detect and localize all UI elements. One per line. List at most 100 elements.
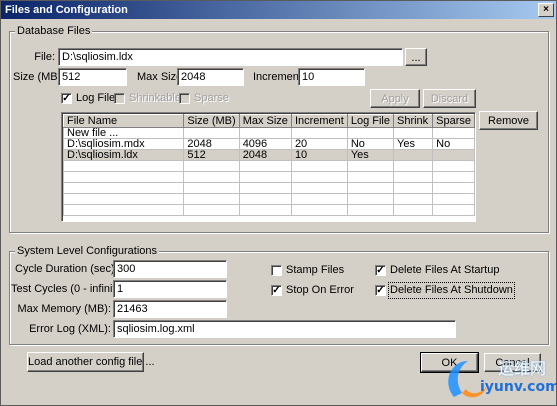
cell-max-size[interactable] bbox=[238, 204, 292, 216]
size-input[interactable]: 512 bbox=[58, 68, 127, 86]
database-files-table[interactable]: File Name Size (MB) Max Size Increment L… bbox=[61, 112, 476, 222]
cell-file-name[interactable] bbox=[62, 193, 185, 205]
table-row[interactable] bbox=[62, 204, 475, 216]
cell-size[interactable] bbox=[183, 193, 240, 205]
cell-size[interactable]: 2048 bbox=[183, 138, 240, 150]
discard-button[interactable]: Discard bbox=[423, 89, 476, 108]
delete-shutdown-checkmark-icon: ✓ bbox=[375, 285, 386, 296]
cycle-duration-input[interactable]: 300 bbox=[113, 260, 227, 278]
stamp-files-checkbox[interactable]: Stamp Files bbox=[271, 264, 344, 277]
cell-max-size[interactable] bbox=[238, 160, 292, 172]
cell-log-file[interactable]: No bbox=[346, 138, 395, 150]
cell-log-file[interactable] bbox=[346, 171, 395, 183]
cell-increment[interactable] bbox=[290, 127, 348, 139]
cell-sparse[interactable] bbox=[432, 204, 475, 216]
cell-shrink[interactable] bbox=[392, 182, 434, 194]
cell-file-name[interactable] bbox=[62, 160, 185, 172]
column-header-increment[interactable]: Increment bbox=[290, 114, 348, 128]
cell-max-size[interactable] bbox=[238, 127, 292, 139]
cell-increment[interactable] bbox=[290, 204, 348, 216]
cell-sparse[interactable]: No bbox=[432, 138, 475, 150]
cell-size[interactable] bbox=[183, 204, 240, 216]
cell-max-size[interactable] bbox=[238, 171, 292, 183]
increment-input[interactable]: 10 bbox=[298, 68, 365, 86]
cell-file-name[interactable]: D:\sqliosim.ldx bbox=[62, 149, 185, 161]
delete-startup-checkmark-icon: ✓ bbox=[375, 265, 386, 276]
cell-shrink[interactable] bbox=[392, 149, 434, 161]
cell-shrink[interactable] bbox=[392, 127, 434, 139]
table-row[interactable] bbox=[62, 171, 475, 183]
delete-files-at-startup-checkbox[interactable]: ✓ Delete Files At Startup bbox=[375, 264, 499, 277]
column-header-log-file[interactable]: Log File bbox=[346, 114, 395, 128]
file-path-input[interactable]: D:\sqliosim.ldx bbox=[58, 48, 403, 66]
cell-file-name[interactable] bbox=[62, 171, 185, 183]
cell-sparse[interactable] bbox=[432, 127, 475, 139]
remove-button[interactable]: Remove bbox=[479, 111, 538, 130]
max-memory-label: Max Memory (MB): bbox=[17, 303, 112, 315]
cell-log-file[interactable] bbox=[346, 182, 395, 194]
error-log-input[interactable]: sqliosim.log.xml bbox=[113, 320, 456, 338]
cell-sparse[interactable] bbox=[432, 193, 475, 205]
cell-size[interactable] bbox=[183, 160, 240, 172]
column-header-sparse[interactable]: Sparse bbox=[432, 114, 475, 128]
cell-max-size[interactable]: 2048 bbox=[238, 149, 292, 161]
delete-files-at-shutdown-checkbox[interactable]: ✓ Delete Files At Shutdown bbox=[375, 282, 515, 299]
cell-sparse[interactable] bbox=[432, 160, 475, 172]
cell-increment[interactable] bbox=[290, 171, 348, 183]
cell-increment[interactable]: 20 bbox=[290, 138, 348, 150]
cell-log-file[interactable] bbox=[346, 193, 395, 205]
table-row[interactable] bbox=[62, 193, 475, 205]
table-row[interactable] bbox=[62, 182, 475, 194]
cell-shrink[interactable] bbox=[392, 171, 434, 183]
cell-increment[interactable] bbox=[290, 182, 348, 194]
test-cycles-input[interactable]: 1 bbox=[113, 280, 227, 298]
table-row[interactable]: New file ... bbox=[62, 127, 475, 139]
close-button[interactable]: × bbox=[538, 3, 554, 17]
cell-sparse[interactable] bbox=[432, 149, 475, 161]
load-another-config-button[interactable]: Load another config file ... bbox=[27, 352, 155, 372]
cell-max-size[interactable]: 4096 bbox=[238, 138, 292, 150]
max-memory-input[interactable]: 21463 bbox=[113, 300, 227, 318]
cell-max-size[interactable] bbox=[238, 182, 292, 194]
cell-size[interactable] bbox=[183, 182, 240, 194]
column-header-size[interactable]: Size (MB) bbox=[183, 114, 240, 128]
cell-file-name[interactable]: D:\sqliosim.mdx bbox=[62, 138, 185, 150]
table-row[interactable]: D:\sqliosim.mdx 2048 4096 20 No Yes No bbox=[62, 138, 475, 150]
log-file-checkbox[interactable]: ✓ Log File bbox=[61, 92, 115, 105]
cell-shrink[interactable]: Yes bbox=[392, 138, 434, 150]
cell-size[interactable] bbox=[183, 171, 240, 183]
cell-file-name[interactable]: New file ... bbox=[62, 127, 185, 139]
cell-shrink[interactable] bbox=[392, 160, 434, 172]
cell-size[interactable] bbox=[183, 127, 240, 139]
cell-shrink[interactable] bbox=[392, 204, 434, 216]
apply-button[interactable]: Apply bbox=[370, 89, 420, 108]
cell-increment[interactable] bbox=[290, 160, 348, 172]
table-row[interactable] bbox=[62, 160, 475, 172]
cell-log-file[interactable]: Yes bbox=[346, 149, 395, 161]
column-header-max-size[interactable]: Max Size bbox=[238, 114, 292, 128]
cell-log-file[interactable] bbox=[346, 127, 395, 139]
shrinkable-label: Shrinkable bbox=[129, 92, 181, 104]
cell-increment[interactable] bbox=[290, 193, 348, 205]
cell-sparse[interactable] bbox=[432, 171, 475, 183]
sparse-checkbox[interactable]: Sparse bbox=[179, 92, 229, 105]
cell-file-name[interactable] bbox=[62, 182, 185, 194]
shrinkable-checkbox[interactable]: Shrinkable bbox=[114, 92, 181, 105]
max-size-input[interactable]: 2048 bbox=[177, 68, 244, 86]
cell-increment[interactable]: 10 bbox=[290, 149, 348, 161]
cell-sparse[interactable] bbox=[432, 182, 475, 194]
system-config-group-title: System Level Configurations bbox=[15, 245, 160, 258]
column-header-shrink[interactable]: Shrink bbox=[392, 114, 434, 128]
cell-log-file[interactable] bbox=[346, 204, 395, 216]
cell-max-size[interactable] bbox=[238, 193, 292, 205]
cell-size[interactable]: 512 bbox=[183, 149, 240, 161]
delete-startup-label: Delete Files At Startup bbox=[390, 264, 500, 276]
stop-on-error-checkbox[interactable]: ✓ Stop On Error bbox=[271, 284, 354, 297]
cell-log-file[interactable] bbox=[346, 160, 395, 172]
cell-shrink[interactable] bbox=[392, 193, 434, 205]
table-row[interactable]: D:\sqliosim.ldx 512 2048 10 Yes bbox=[62, 149, 475, 161]
column-header-file-name[interactable]: File Name bbox=[62, 114, 185, 128]
browse-button[interactable]: ... bbox=[405, 48, 427, 66]
title-bar[interactable]: Files and Configuration × bbox=[1, 1, 556, 19]
cell-file-name[interactable] bbox=[62, 204, 185, 216]
